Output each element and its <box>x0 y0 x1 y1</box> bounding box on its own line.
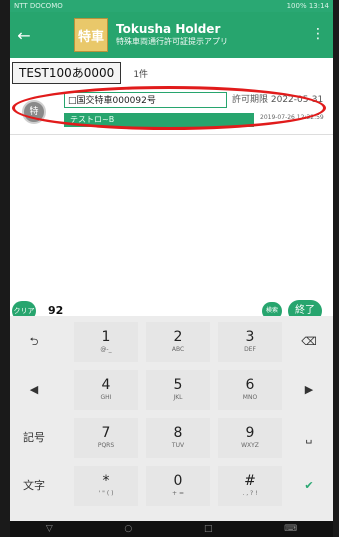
screen: NTT DOCOMO 100% 13:14 ← 特車 Tokusha Holde… <box>10 0 333 537</box>
keyboard-row-2: ◀ 4 GHI 5 JKL 6 MNO ▶ <box>10 366 333 412</box>
list-empty-area <box>10 135 333 297</box>
key-3[interactable]: 3 DEF <box>218 322 282 362</box>
device-frame: NTT DOCOMO 100% 13:14 ← 特車 Tokusha Holde… <box>0 0 339 537</box>
app-bar: ← 特車 Tokusha Holder 特殊車両通行許可証提示アプリ ⋮ <box>10 12 333 58</box>
back-arrow-icon[interactable]: ← <box>10 26 38 45</box>
space-key-icon[interactable]: ␣ <box>287 418 331 458</box>
nav-keyboard-icon[interactable]: ⌨ <box>284 524 297 534</box>
system-nav-bar: ▽ ○ □ ⌨ <box>10 521 333 537</box>
status-bar: NTT DOCOMO 100% 13:14 <box>10 0 333 12</box>
highlight-ring <box>12 86 326 130</box>
permit-record[interactable]: 特 □国交特車000092号 許可期限 2022-05-31 テストロ~B 20… <box>10 86 333 135</box>
nav-back-icon[interactable]: ▽ <box>46 524 53 534</box>
key-8[interactable]: 8 TUV <box>146 418 210 458</box>
app-titles: Tokusha Holder 特殊車両通行許可証提示アプリ <box>116 22 228 48</box>
done-key-icon[interactable]: ✔ <box>287 466 331 506</box>
app-title: Tokusha Holder <box>116 22 221 36</box>
key-5[interactable]: 5 JKL <box>146 370 210 410</box>
keyboard-row-1: ⮌ 1 @-_ 2 ABC 3 DEF ⌫ <box>10 318 333 364</box>
key-hash[interactable]: #. , ? ! <box>218 466 282 506</box>
key-0[interactable]: 0 + = <box>146 466 210 506</box>
cursor-left-key-icon[interactable]: ◀ <box>12 370 56 410</box>
plate-row: TEST100あ0000 1件 <box>10 60 333 86</box>
cursor-right-key-icon[interactable]: ▶ <box>287 370 331 410</box>
key-6[interactable]: 6 MNO <box>218 370 282 410</box>
status-battery-time: 100% 13:14 <box>286 2 329 10</box>
keyboard-row-4: 文字 * ' " ( ) 0 + = #. , ? ! ✔ <box>10 462 333 508</box>
nav-recents-icon[interactable]: □ <box>204 524 213 534</box>
app-subtitle: 特殊車両通行許可証提示アプリ <box>116 37 228 46</box>
undo-key-icon[interactable]: ⮌ <box>12 322 56 362</box>
nav-home-icon[interactable]: ○ <box>124 524 132 534</box>
plate-number[interactable]: TEST100あ0000 <box>12 62 122 84</box>
backspace-key-icon[interactable]: ⌫ <box>287 322 331 362</box>
symbols-key[interactable]: 記号 <box>12 418 56 458</box>
numeric-keyboard: ⮌ 1 @-_ 2 ABC 3 DEF ⌫ ◀ 4 GHI 5 JKL 6 MNO ▶ 記号… <box>10 316 333 521</box>
app-logo: 特車 <box>74 18 108 52</box>
key-9[interactable]: 9 WXYZ <box>218 418 282 458</box>
overflow-menu-icon[interactable]: ⋮ <box>311 26 325 42</box>
result-count: 1件 <box>133 69 149 80</box>
key-1[interactable]: 1 @-_ <box>74 322 138 362</box>
key-7[interactable]: 7 PQRS <box>74 418 138 458</box>
status-carrier: NTT DOCOMO <box>14 2 63 10</box>
key-2[interactable]: 2 ABC <box>146 322 210 362</box>
key-star[interactable]: * ' " ( ) <box>74 466 138 506</box>
key-4[interactable]: 4 GHI <box>74 370 138 410</box>
character-mode-key[interactable]: 文字 <box>12 466 56 506</box>
keyboard-row-3: 記号 7 PQRS 8 TUV 9 WXYZ ␣ <box>10 414 333 460</box>
